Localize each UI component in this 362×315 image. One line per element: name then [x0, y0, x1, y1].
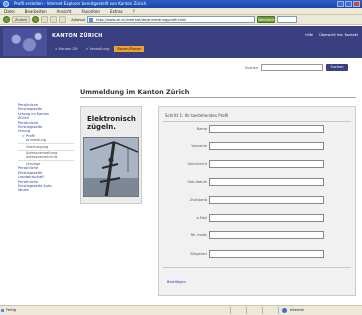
page-icon — [89, 18, 94, 22]
menu-item-edit[interactable]: Bearbeiten — [25, 8, 47, 14]
buergerort-label: Bürgerort — [190, 252, 207, 256]
buergerort-field[interactable] — [209, 250, 324, 258]
nav-subitem[interactable]: Adressverzeichnis — [18, 155, 74, 159]
promo-panel: Elektronisch zügeln. — [80, 106, 142, 204]
site-search: Suchen Suchen — [245, 64, 348, 71]
page-done-icon — [1, 309, 4, 312]
step-title: Schritt 1: Ihr bestehendes Profil — [165, 113, 229, 118]
email-field[interactable] — [209, 214, 324, 222]
forward-arrow-icon[interactable] — [32, 16, 40, 23]
window-title: Profil erstellen - Internet Explorer ber… — [14, 1, 147, 6]
minimize-button[interactable] — [337, 1, 344, 7]
name-label: Name — [196, 127, 207, 131]
address-value: http://www.zh.ch/internet/de/anmeldung/p… — [96, 18, 187, 22]
form-row-email: e-Mail — [159, 214, 357, 224]
search-input[interactable] — [260, 64, 323, 71]
menu-item-help[interactable]: ? — [133, 8, 135, 14]
browser-toolbar: Zurück Adresse http://www.zh.ch/internet… — [0, 15, 362, 28]
nav-item[interactable]: fahren — [18, 188, 74, 192]
security-zone-text: Internet — [290, 308, 304, 312]
back-button[interactable]: Zurück — [12, 16, 31, 23]
window-controls — [337, 1, 360, 7]
address-bar[interactable]: http://www.zh.ch/internet/de/anmeldung/p… — [87, 16, 256, 23]
step-divider — [163, 121, 351, 122]
vorname-field[interactable] — [209, 142, 324, 150]
menu-item-view[interactable]: Ansicht — [57, 8, 72, 14]
refresh-icon[interactable] — [50, 16, 58, 23]
geburtsdatum-label: Geb.datum — [187, 180, 207, 184]
home-icon[interactable] — [59, 16, 67, 23]
window-titlebar: Profil erstellen - Internet Explorer ber… — [0, 0, 362, 8]
status-divider — [278, 307, 279, 314]
page-title: Ummeldung im Kanton Zürich — [80, 88, 190, 96]
tab-bauen-planen[interactable]: Bauen/Planen — [114, 46, 145, 52]
form-row-geburtsdatum: Geb.datum — [159, 178, 357, 188]
status-text: Fertig — [6, 308, 16, 312]
toolbar-search-box[interactable] — [277, 16, 298, 23]
internet-zone-icon — [282, 308, 287, 313]
status-bar: Fertig Internet — [0, 305, 362, 315]
crane-image — [84, 138, 138, 196]
mobile-label: Tel. mobil — [190, 233, 207, 237]
heading-divider — [80, 97, 356, 98]
form-row-mobile: Tel. mobil — [159, 231, 357, 241]
form-row-geschlecht: Geschlecht — [159, 160, 357, 170]
tab-verwaltung[interactable]: > Verwaltung — [83, 46, 113, 52]
header-links: Hilfe Übersicht Ind. Kontakt — [305, 33, 358, 37]
menu-bar: Datei Bearbeiten Ansicht Favoriten Extra… — [0, 8, 362, 15]
form-divider — [163, 267, 351, 268]
menu-item-favorites[interactable]: Favoriten — [81, 8, 100, 14]
nav-subitem[interactable]: Anmeldung — [18, 138, 74, 142]
status-divider — [230, 307, 231, 314]
profile-form: Schritt 1: Ihr bestehendes Profil Name V… — [158, 106, 356, 296]
mobile-field[interactable] — [209, 231, 324, 239]
zivilstand-label: Zivilstand — [189, 198, 207, 202]
site-header: KANTON ZÜRICH Hilfe Übersicht Ind. Konta… — [0, 26, 362, 58]
email-label: e-Mail — [196, 216, 207, 220]
maximize-button[interactable] — [345, 1, 352, 7]
site-title[interactable]: KANTON ZÜRICH — [52, 33, 103, 39]
zivilstand-field[interactable] — [209, 196, 324, 204]
address-label: Adresse — [71, 17, 86, 22]
construction-crane-photo — [83, 137, 139, 197]
promo-text: Elektronisch zügeln. — [87, 115, 136, 131]
canton-logo[interactable] — [3, 28, 47, 56]
geschlecht-field[interactable] — [209, 160, 324, 168]
geburtsdatum-field[interactable] — [209, 178, 324, 186]
form-row-vorname: Vorname — [159, 142, 357, 152]
tab-kanton[interactable]: > Kanton ZH — [52, 46, 81, 52]
stop-icon[interactable] — [41, 16, 49, 23]
go-button[interactable]: Wechseln zu — [257, 16, 276, 28]
nav-subitem[interactable]: Übertragung — [18, 145, 74, 149]
status-divider — [262, 307, 263, 314]
close-button[interactable] — [353, 1, 360, 7]
site-tabs: > Kanton ZH > Verwaltung Bauen/Planen — [52, 46, 145, 52]
back-arrow-icon[interactable] — [3, 16, 10, 23]
browser-icon — [3, 1, 9, 7]
vorname-label: Vorname — [191, 144, 207, 148]
search-button[interactable]: Suchen — [325, 64, 348, 71]
status-divider — [246, 307, 247, 314]
header-link-help[interactable]: Hilfe — [305, 33, 313, 37]
left-navigation: Persönliche Einstiegsseite Umzug im Kant… — [18, 103, 74, 193]
form-row-zivilstand: Zivilstand — [159, 196, 357, 206]
confirm-link[interactable]: Bestätigen — [167, 280, 186, 284]
menu-item-tools[interactable]: Extras — [110, 8, 123, 14]
form-row-name: Name — [159, 125, 357, 135]
menu-item-file[interactable]: Datei — [4, 8, 15, 14]
name-field[interactable] — [209, 125, 324, 133]
search-label: Suchen — [245, 65, 258, 70]
form-row-buergerort: Bürgerort — [159, 250, 357, 260]
header-link-overview[interactable]: Übersicht Ind. Kontakt — [319, 33, 358, 37]
geschlecht-label: Geschlecht — [187, 162, 207, 166]
